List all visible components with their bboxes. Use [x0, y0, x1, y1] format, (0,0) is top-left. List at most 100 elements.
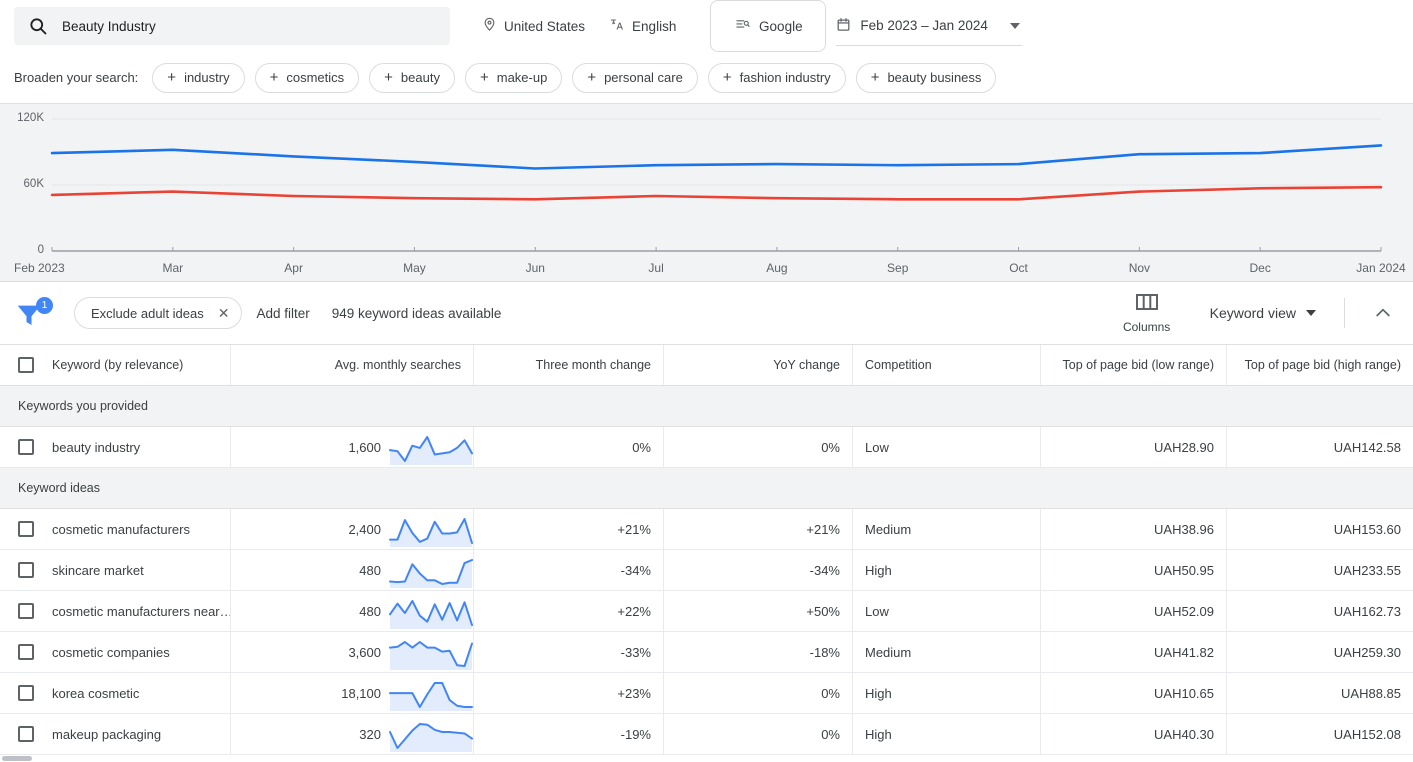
row-checkbox[interactable]: [18, 521, 34, 537]
cell-keyword[interactable]: cosmetic companies: [48, 632, 231, 672]
column-header-yoy[interactable]: YoY change: [664, 345, 853, 385]
cell-competition: Low: [853, 427, 1041, 467]
broaden-chip[interactable]: + beauty: [369, 62, 455, 93]
network-label: Google: [759, 18, 803, 34]
cell-bid-low: UAH38.96: [1041, 509, 1227, 549]
language-selector[interactable]: English: [597, 7, 688, 45]
row-checkbox[interactable]: [18, 562, 34, 578]
top-search-bar: Beauty Industry United States English Go…: [0, 0, 1413, 52]
row-checkbox-cell: [0, 427, 48, 467]
chart-x-tick-label: Mar: [162, 261, 184, 275]
filter-count-badge: 1: [36, 297, 53, 314]
row-checkbox[interactable]: [18, 644, 34, 660]
sparkline-chart: [389, 592, 473, 630]
sparkline-chart: [389, 551, 473, 589]
sparkline-chart: [389, 428, 473, 466]
cell-keyword[interactable]: skincare market: [48, 550, 231, 590]
chevron-down-icon: [1306, 310, 1316, 316]
row-checkbox-cell: [0, 591, 48, 631]
search-query-value: Beauty Industry: [62, 18, 156, 34]
cell-three-month-change: +23%: [474, 673, 664, 713]
cell-competition: Low: [853, 591, 1041, 631]
cell-avg-monthly-searches: 480: [231, 591, 474, 631]
close-icon[interactable]: ✕: [218, 305, 230, 322]
active-filter-chip[interactable]: Exclude adult ideas ✕: [74, 297, 243, 329]
cell-yoy-change: 0%: [664, 714, 853, 754]
plus-icon: +: [587, 69, 597, 86]
table-row[interactable]: makeup packaging 320 -19% 0% High UAH40.30 UAH…: [0, 714, 1413, 755]
cell-bid-high: UAH162.73: [1333, 603, 1401, 619]
location-label: United States: [504, 18, 586, 34]
avg-searches-value: 3,600: [348, 644, 381, 660]
column-header-bid-high[interactable]: Top of page bid (high range): [1227, 345, 1413, 385]
sparkline-chart: [389, 510, 473, 548]
table-row[interactable]: skincare market 480 -34% -34% High UAH50.95 UA…: [0, 550, 1413, 591]
chart-x-tick-label: Dec: [1249, 261, 1271, 275]
row-checkbox[interactable]: [18, 685, 34, 701]
broaden-label: Broaden your search:: [14, 70, 139, 85]
cell-three-month-change: +22%: [474, 591, 664, 631]
cell-bid-low: UAH50.95: [1041, 550, 1227, 590]
chevron-down-icon: [1009, 22, 1020, 29]
cell-yoy-change: -34%: [664, 550, 853, 590]
cell-yoy-change: 0%: [664, 427, 853, 467]
table-row[interactable]: cosmetic companies 3,600 -33% -18% Medium UAH…: [0, 632, 1413, 673]
columns-button[interactable]: Columns: [1114, 292, 1180, 334]
row-checkbox[interactable]: [18, 603, 34, 619]
avg-searches-value: 2,400: [348, 521, 381, 537]
cell-keyword[interactable]: beauty industry: [48, 427, 231, 467]
column-header-three-month[interactable]: Three month change: [474, 345, 664, 385]
cell-bid-high: UAH259.30: [1333, 644, 1401, 660]
cell-competition: High: [853, 673, 1041, 713]
language-label: English: [632, 18, 677, 34]
avg-searches-value: 18,100: [341, 685, 381, 701]
date-range-selector[interactable]: Feb 2023 – Jan 2024: [836, 6, 1022, 46]
column-header-bid-low[interactable]: Top of page bid (low range): [1041, 345, 1227, 385]
view-selector[interactable]: Keyword view: [1210, 305, 1316, 321]
sparkline-chart: [389, 715, 473, 753]
table-row[interactable]: korea cosmetic 18,100 +23% 0% High UAH10.65 UA…: [0, 673, 1413, 714]
column-header-avg-searches[interactable]: Avg. monthly searches: [231, 345, 474, 385]
cell-competition: Medium: [853, 509, 1041, 549]
broaden-chip-label: industry: [184, 70, 230, 85]
collapse-chart-button[interactable]: [1367, 297, 1399, 329]
cell-keyword[interactable]: cosmetic manufacturers: [48, 509, 231, 549]
cell-keyword[interactable]: makeup packaging: [48, 714, 231, 754]
chart-x-tick-label: Sep: [887, 261, 909, 275]
sparkline-chart: [389, 633, 473, 671]
chart-x-tick-label: Jun: [525, 261, 545, 275]
filter-button[interactable]: 1: [14, 295, 58, 331]
cell-keyword[interactable]: cosmetic manufacturers near…: [48, 591, 231, 631]
broaden-chip[interactable]: + fashion industry: [707, 62, 846, 93]
select-all-checkbox[interactable]: [18, 357, 34, 373]
cell-avg-monthly-searches: 2,400: [231, 509, 474, 549]
chart-x-tick-label: Apr: [284, 261, 303, 275]
broaden-chip-label: make-up: [496, 70, 548, 85]
add-filter-button[interactable]: Add filter: [256, 306, 309, 321]
broaden-chip[interactable]: + make-up: [464, 62, 563, 93]
broaden-chip[interactable]: + beauty business: [855, 62, 997, 93]
broaden-chip[interactable]: + industry: [152, 62, 245, 93]
broaden-chip[interactable]: + cosmetics: [254, 62, 360, 93]
keyword-ideas-count: 949 keyword ideas available: [331, 305, 502, 321]
table-row[interactable]: cosmetic manufacturers 2,400 +21% +21% Mediu…: [0, 509, 1413, 550]
column-header-competition[interactable]: Competition: [853, 345, 1041, 385]
table-header-row: Keyword (by relevance) Avg. monthly sear…: [0, 345, 1413, 386]
cell-three-month-change: +21%: [474, 509, 664, 549]
column-header-keyword[interactable]: Keyword (by relevance): [48, 345, 231, 385]
cell-keyword[interactable]: korea cosmetic: [48, 673, 231, 713]
search-input[interactable]: Beauty Industry: [14, 7, 450, 45]
row-checkbox[interactable]: [18, 439, 34, 455]
cell-three-month-change: -34%: [474, 550, 664, 590]
horizontal-scrollbar[interactable]: [0, 755, 1413, 762]
table-row[interactable]: beauty industry 1,600 0% 0% Low UAH28.90 UAH14…: [0, 427, 1413, 468]
row-checkbox[interactable]: [18, 726, 34, 742]
broaden-chip[interactable]: + personal care: [572, 62, 698, 93]
table-row[interactable]: cosmetic manufacturers near… 480 +22% +50% L…: [0, 591, 1413, 632]
table-section-header: Keywords you provided: [0, 386, 1413, 427]
network-selector[interactable]: Google: [710, 0, 827, 52]
location-selector[interactable]: United States: [470, 7, 597, 45]
chart-canvas: [50, 118, 1383, 252]
scrollbar-thumb[interactable]: [2, 756, 32, 761]
broaden-chip-label: fashion industry: [739, 70, 831, 85]
